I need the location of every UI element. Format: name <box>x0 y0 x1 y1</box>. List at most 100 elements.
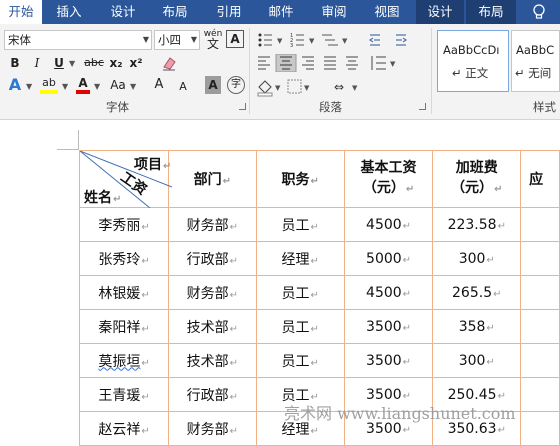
diagonal-header-cell[interactable]: 项目↵ 工资 姓名↵ <box>78 150 172 208</box>
superscript-button[interactable]: x² <box>128 54 144 72</box>
cell-title[interactable]: 经理↵ <box>255 241 345 276</box>
cell-dept[interactable]: 技术部↵ <box>168 343 257 378</box>
enclose-characters-button[interactable]: 字 <box>227 76 245 94</box>
style-no-spacing[interactable]: AaBbC ↵ 无间 <box>511 30 560 92</box>
text-effects-button[interactable]: A <box>7 76 23 94</box>
diag-label-name: 姓名↵ <box>84 190 122 206</box>
tab-table-layout[interactable]: 布局 <box>466 0 516 24</box>
tab-mailings[interactable]: 邮件 <box>258 0 304 24</box>
font-color-label: A <box>78 76 88 90</box>
cell-base-salary[interactable]: 4500↵ <box>343 207 434 242</box>
cell-extra[interactable] <box>520 275 560 310</box>
style-normal[interactable]: AaBbCcDı ↵ 正文 <box>437 30 509 92</box>
font-size-combo[interactable]: 小四 ▼ <box>154 30 200 50</box>
clear-formatting-icon[interactable] <box>160 54 178 72</box>
cell-title[interactable]: 员工↵ <box>255 343 345 378</box>
font-dialog-launcher-icon[interactable] <box>239 103 246 110</box>
change-case-button[interactable]: Aa <box>108 76 128 94</box>
cell-overtime[interactable]: 358↵ <box>432 309 522 344</box>
cell-title[interactable]: 员工↵ <box>255 309 345 344</box>
cell-dept[interactable]: 财务部↵ <box>168 275 257 310</box>
cell-extra[interactable] <box>520 241 560 276</box>
cell-name[interactable]: 莫振垣↵ <box>78 343 170 378</box>
highlight-button[interactable]: ab <box>40 74 58 94</box>
tab-design[interactable]: 设计 <box>100 0 146 24</box>
chevron-down-icon[interactable]: ▼ <box>26 82 32 91</box>
tab-table-design[interactable]: 设计 <box>416 0 464 24</box>
svg-text:▼: ▼ <box>352 84 358 92</box>
cell-extra[interactable] <box>520 411 560 446</box>
character-shading-button[interactable]: A <box>205 76 221 94</box>
cell-dept[interactable]: 行政部↵ <box>168 377 257 412</box>
cell-dept[interactable]: 技术部↵ <box>168 309 257 344</box>
svg-text:▼: ▼ <box>390 60 396 68</box>
table-row: 林银媛↵ 财务部↵ 员工↵ 4500↵ 265.5↵ <box>78 275 560 310</box>
style-no-spacing-sample: AaBbC <box>516 43 555 57</box>
tab-view[interactable]: 视图 <box>364 0 410 24</box>
tab-home[interactable]: 开始 <box>0 0 42 24</box>
cell-dept[interactable]: 财务部↵ <box>168 207 257 242</box>
cell-base-salary[interactable]: 4500↵ <box>343 275 434 310</box>
underline-button[interactable]: U <box>52 54 66 72</box>
tab-insert[interactable]: 插入 <box>46 0 92 24</box>
font-name-combo[interactable]: 宋体 ▼ <box>4 30 152 50</box>
subscript-button[interactable]: x₂ <box>108 54 124 72</box>
chevron-down-icon[interactable]: ▼ <box>143 31 149 49</box>
shading-borders-row: ▼ ▼ ⇔ ▼ <box>256 77 446 97</box>
header-cell[interactable]: 基本工资 （元）↵ <box>343 150 434 208</box>
tab-references[interactable]: 引用 <box>206 0 252 24</box>
strikethrough-button[interactable]: abc <box>82 54 106 72</box>
font-color-button[interactable]: A <box>76 74 90 94</box>
cell-base-salary[interactable]: 3500↵ <box>343 309 434 344</box>
cell-base-salary[interactable]: 5000↵ <box>343 241 434 276</box>
cell-name[interactable]: 李秀丽↵ <box>78 207 170 242</box>
cell-overtime[interactable]: 300↵ <box>432 241 522 276</box>
cell-name[interactable]: 张秀玲↵ <box>78 241 170 276</box>
svg-text:⇔: ⇔ <box>334 80 344 94</box>
table-row: 李秀丽↵ 财务部↵ 员工↵ 4500↵ 223.58↵ <box>78 207 560 242</box>
header-cell[interactable]: 加班费 （元）↵ <box>432 150 522 208</box>
cell-overtime[interactable]: 223.58↵ <box>432 207 522 242</box>
svg-text:▼: ▼ <box>342 37 348 45</box>
cell-title[interactable]: 员工↵ <box>255 275 345 310</box>
cell-extra[interactable] <box>520 343 560 378</box>
grow-font-button[interactable]: A <box>153 76 165 94</box>
character-border-button[interactable]: A <box>226 30 244 48</box>
margin-corner-mark <box>57 130 79 150</box>
header-cell[interactable]: 应 <box>520 150 560 208</box>
chevron-down-icon[interactable]: ▼ <box>94 82 100 91</box>
cell-base-salary[interactable]: 3500↵ <box>343 343 434 378</box>
italic-button[interactable]: I <box>30 54 44 72</box>
diag-label-item: 项目↵ <box>134 157 172 173</box>
chevron-down-icon[interactable]: ▼ <box>62 82 68 91</box>
cell-dept[interactable]: 行政部↵ <box>168 241 257 276</box>
cell-extra[interactable] <box>520 309 560 344</box>
cell-overtime[interactable]: 265.5↵ <box>432 275 522 310</box>
tab-review[interactable]: 审阅 <box>311 0 357 24</box>
cell-name[interactable]: 林银媛↵ <box>78 275 170 310</box>
paragraph-dialog-launcher-icon[interactable] <box>419 103 426 110</box>
bold-button[interactable]: B <box>8 54 22 72</box>
header-cell[interactable]: 部门↵ <box>168 150 257 208</box>
header-cell[interactable]: 职务↵ <box>255 150 345 208</box>
ribbon-tab-bar: 开始 插入 设计 布局 引用 邮件 审阅 视图 设计 布局 <box>0 0 560 24</box>
tab-layout[interactable]: 布局 <box>152 0 198 24</box>
phonetic-guide-button[interactable]: wén 文 <box>203 29 223 50</box>
shrink-font-button[interactable]: A <box>177 78 189 96</box>
lightbulb-icon[interactable] <box>530 3 548 21</box>
style-normal-sample: AaBbCcDı <box>443 43 500 57</box>
cell-name[interactable]: 赵云祥↵ <box>78 411 170 446</box>
cell-overtime[interactable]: 300↵ <box>432 343 522 378</box>
watermark-text: 亮术网 www.liangshunet.com <box>284 404 516 423</box>
svg-text:▼: ▼ <box>277 37 283 45</box>
cell-name[interactable]: 王青瑗↵ <box>78 377 170 412</box>
cell-name[interactable]: 秦阳祥↵ <box>78 309 170 344</box>
chevron-down-icon[interactable]: ▼ <box>130 82 136 91</box>
cell-extra[interactable] <box>520 207 560 242</box>
cell-title[interactable]: 员工↵ <box>255 207 345 242</box>
cell-extra[interactable] <box>520 377 560 412</box>
cell-dept[interactable]: 财务部↵ <box>168 411 257 446</box>
chevron-down-icon[interactable]: ▼ <box>69 59 75 68</box>
font-group-label: 字体 <box>106 100 129 114</box>
chevron-down-icon[interactable]: ▼ <box>191 31 197 49</box>
